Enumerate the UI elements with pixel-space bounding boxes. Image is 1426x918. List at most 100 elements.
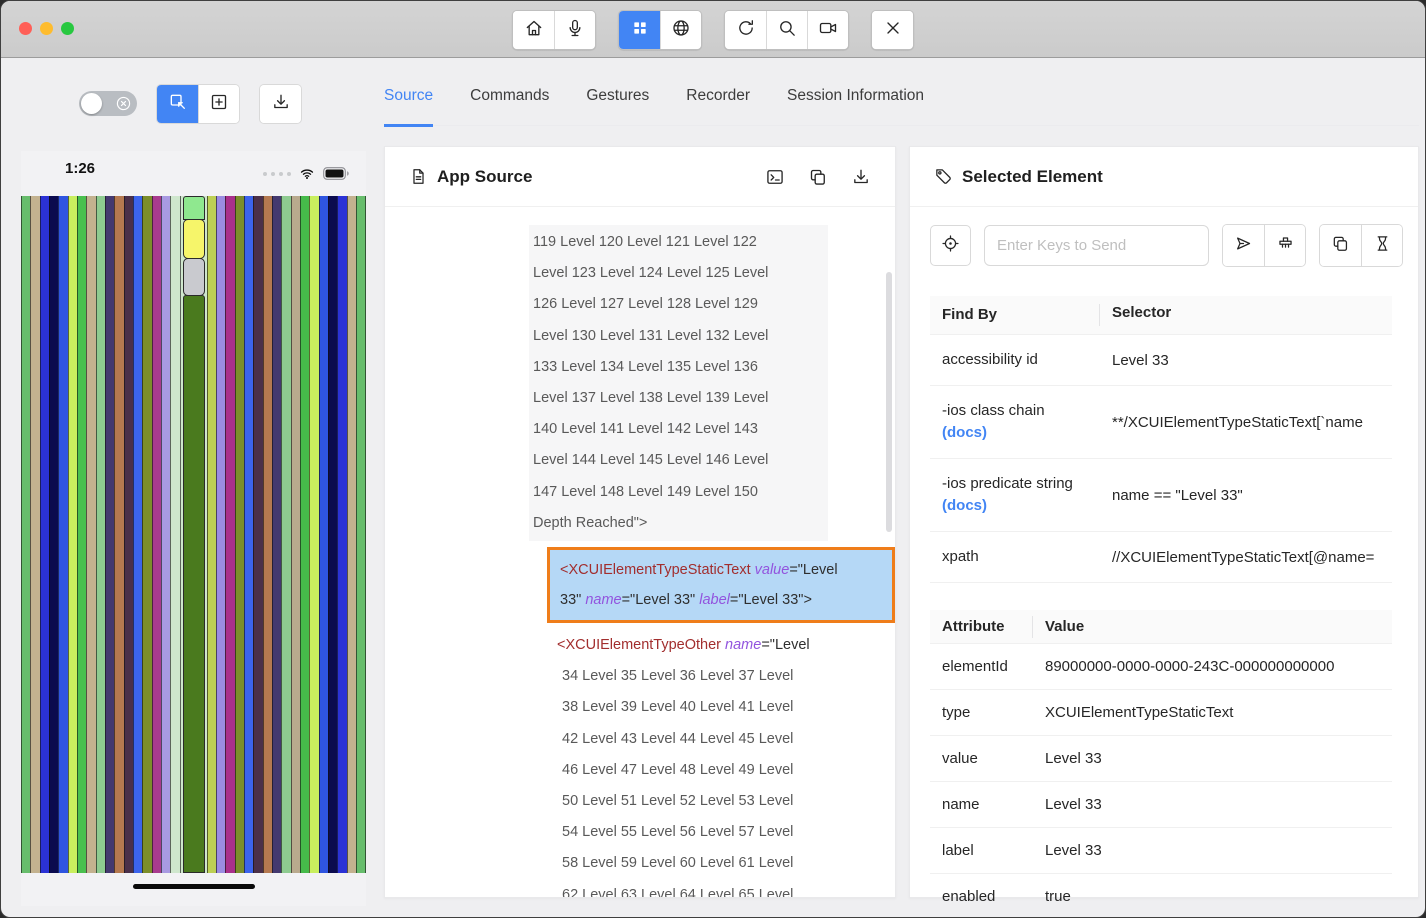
device-home-area (21, 873, 366, 906)
app-stripe (161, 196, 170, 873)
app-stripe (272, 196, 281, 873)
clear-brush-icon (1276, 234, 1295, 258)
attribute-cell: type (930, 690, 1033, 735)
selector-cell: //XCUIElementTypeStaticText[@name= (1100, 535, 1392, 580)
close-button[interactable] (872, 11, 913, 49)
app-stripe (337, 196, 346, 873)
wait-element-button[interactable] (1361, 225, 1402, 266)
source-line: Level 137 Level 138 Level 139 Level (533, 383, 828, 414)
attribute-row[interactable]: typeXCUIElementTypeStaticText (930, 690, 1392, 736)
download-screenshot-group (259, 84, 302, 124)
source-wrapped-block[interactable]: 34 Level 35 Level 36 Level 37 Level38 Le… (562, 661, 895, 897)
send-keys-input[interactable] (984, 225, 1209, 266)
find-by-cell: xpath (930, 532, 1100, 582)
refresh-icon (736, 18, 756, 43)
attribute-row[interactable]: nameLevel 33 (930, 782, 1392, 828)
column-trunk (183, 295, 205, 873)
source-line: Level 130 Level 131 Level 132 Level (533, 321, 828, 352)
copy-icon (1331, 234, 1350, 258)
search-button[interactable] (766, 11, 807, 49)
attribute-cell: name (930, 782, 1033, 827)
screenshot-interaction-group (156, 84, 240, 124)
copy-source-button[interactable] (808, 167, 828, 187)
source-scrollbar[interactable] (886, 272, 892, 532)
source-line: 126 Level 127 Level 128 Level 129 (533, 289, 828, 320)
toolbar-group (724, 10, 849, 50)
window-titlebar (1, 1, 1425, 58)
tab-source[interactable]: Source (384, 87, 433, 127)
selected-element-header: Selected Element (910, 147, 1418, 207)
value-cell: Level 33 (1033, 736, 1392, 781)
attribute-cell: elementId (930, 644, 1033, 689)
find-by-row[interactable]: -ios predicate string(docs)name == "Leve… (930, 459, 1392, 532)
send-keys-button[interactable] (1223, 225, 1264, 266)
attribute-header: Attribute (930, 610, 1033, 643)
battery-icon (323, 167, 350, 180)
locate-element-button[interactable] (930, 225, 971, 266)
find-by-row[interactable]: -ios class chain(docs)**/XCUIElementType… (930, 386, 1392, 459)
app-stripe (356, 196, 366, 873)
find-by-cell: accessibility id (930, 335, 1100, 385)
app-stripe (263, 196, 272, 873)
app-stripe (207, 196, 216, 873)
download-source-button[interactable] (851, 167, 871, 187)
selected-element-controls (910, 207, 1418, 267)
video-camera-button[interactable] (807, 11, 848, 49)
find-by-row[interactable]: accessibility idLevel 33 (930, 335, 1392, 386)
grid-apps-button[interactable] (619, 11, 660, 49)
attribute-cell: enabled (930, 874, 1033, 918)
attribute-row[interactable]: elementId89000000-0000-0000-243C-0000000… (930, 644, 1392, 690)
video-camera-icon (818, 18, 838, 43)
home-button[interactable] (513, 11, 554, 49)
toggle-attributes-button[interactable] (765, 167, 785, 187)
app-stripe (105, 196, 114, 873)
refresh-button[interactable] (725, 11, 766, 49)
source-line: 133 Level 134 Level 135 Level 136 (533, 352, 828, 383)
find-by-row[interactable]: xpath//XCUIElementTypeStaticText[@name= (930, 532, 1392, 583)
value-header: Value (1033, 610, 1392, 643)
xml-text: ="Level (761, 637, 809, 653)
attribute-row[interactable]: labelLevel 33 (930, 828, 1392, 874)
attribute-row[interactable]: valueLevel 33 (930, 736, 1392, 782)
app-source-header: App Source (385, 147, 895, 207)
tab-recorder[interactable]: Recorder (686, 87, 750, 125)
docs-link[interactable]: (docs) (942, 497, 987, 514)
xml-text: ="Level 33" (622, 592, 700, 608)
tab-commands[interactable]: Commands (470, 87, 549, 125)
app-stripe (300, 196, 309, 873)
xml-tag: <XCUIElementTypeOther (557, 637, 721, 653)
find-by-cell: -ios class chain(docs) (930, 386, 1100, 458)
table-header-row: AttributeValue (930, 610, 1392, 644)
download-screenshot-button[interactable] (260, 85, 301, 123)
next-source-node[interactable]: <XCUIElementTypeOther name="Level (557, 630, 895, 661)
app-stripe (225, 196, 234, 873)
home-indicator (133, 884, 255, 889)
select-element-button[interactable] (157, 85, 198, 123)
source-line: 33" name="Level 33" label="Level 33"> (560, 585, 882, 615)
source-text-block[interactable]: 119 Level 120 Level 121 Level 122Level 1… (529, 225, 828, 541)
tab-session-information[interactable]: Session Information (787, 87, 924, 125)
copy-attributes-button[interactable] (1320, 225, 1361, 266)
attribute-cell: label (930, 828, 1033, 873)
tab-gestures[interactable]: Gestures (586, 87, 649, 125)
device-clock: 1:26 (65, 160, 95, 177)
find-by-cell: -ios predicate string(docs) (930, 459, 1100, 531)
microphone-button[interactable] (554, 11, 595, 49)
close-icon (883, 18, 903, 43)
app-stripe (77, 196, 86, 873)
clear-element-button[interactable] (1264, 225, 1305, 266)
docs-link[interactable]: (docs) (942, 424, 987, 441)
inspector-tabs: Source Commands Gestures Recorder Session In… (384, 87, 1419, 126)
value-cell: 89000000-0000-0000-243C-000000000000 (1033, 644, 1392, 689)
device-screen-mirror[interactable] (21, 196, 366, 873)
record-toggle[interactable] (79, 91, 137, 116)
globe-button[interactable] (660, 11, 701, 49)
value-cell: true (1033, 874, 1392, 918)
swipe-coordinates-button[interactable] (198, 85, 239, 123)
xml-attribute: value (755, 562, 790, 578)
xml-attribute: label (699, 592, 730, 608)
app-stripe (49, 196, 58, 873)
attribute-row[interactable]: enabledtrue (930, 874, 1392, 918)
selected-source-node[interactable]: <XCUIElementTypeStaticText value="Level3… (547, 547, 895, 623)
selector-cell: name == "Level 33" (1100, 473, 1392, 518)
